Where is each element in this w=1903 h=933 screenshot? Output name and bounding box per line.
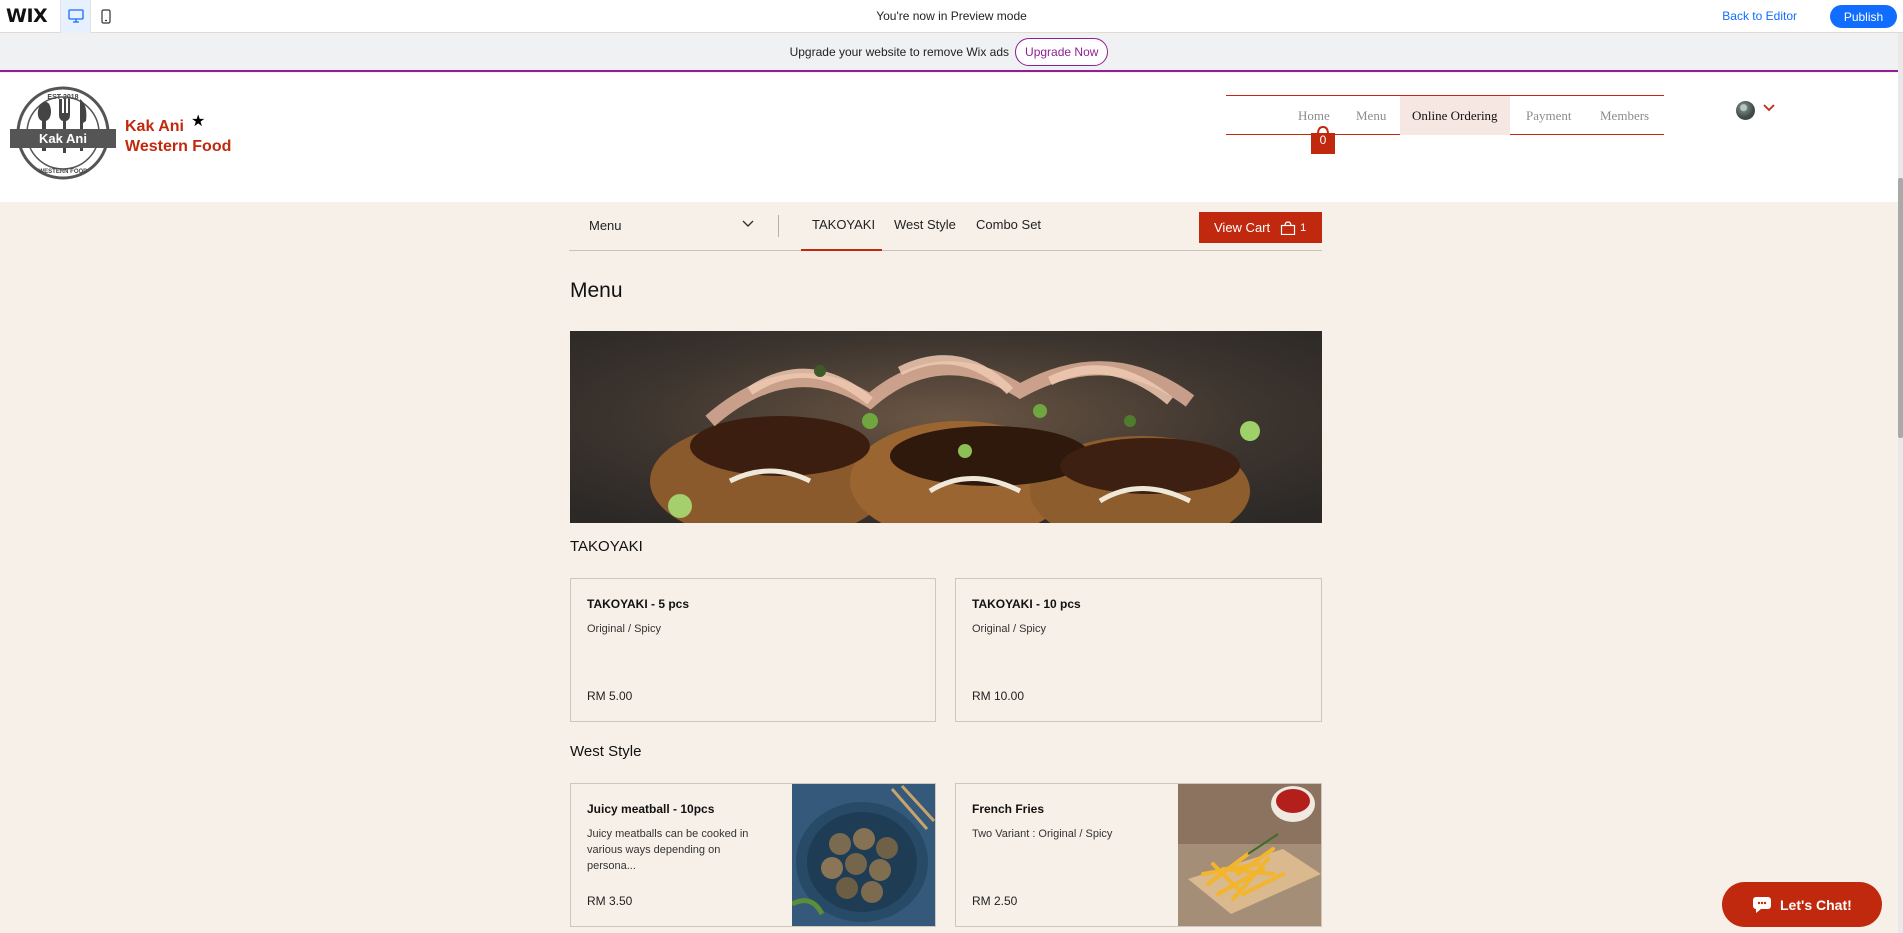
- upgrade-now-button[interactable]: Upgrade Now: [1015, 38, 1109, 66]
- tab-takoyaki[interactable]: TAKOYAKI: [812, 217, 875, 232]
- menu-select[interactable]: Menu: [589, 218, 622, 233]
- menu-item-card[interactable]: French Fries Two Variant : Original / Sp…: [955, 783, 1322, 927]
- scrollbar-thumb[interactable]: [1898, 178, 1903, 438]
- tab-combo-set[interactable]: Combo Set: [976, 217, 1041, 232]
- french-fries-image: [1178, 784, 1321, 926]
- section-title-takoyaki: TAKOYAKI: [570, 538, 643, 555]
- wix-logo[interactable]: WIX: [0, 5, 60, 27]
- chevron-down-icon[interactable]: [1763, 103, 1775, 113]
- wix-preview-bar: WIX You're now in Preview mode Back to E…: [0, 0, 1903, 33]
- item-name: Juicy meatball - 10pcs: [587, 802, 715, 816]
- menu-item-card[interactable]: Juicy meatball - 10pcs Juicy meatballs c…: [570, 783, 936, 927]
- publish-button[interactable]: Publish: [1830, 5, 1897, 28]
- logo-ring-bottom: WESTERN FOOD: [39, 169, 89, 175]
- meatball-image: [792, 784, 935, 926]
- preview-mode-message: You're now in Preview mode: [876, 9, 1027, 23]
- cart-count: 0: [1319, 133, 1327, 147]
- chat-icon: [1753, 896, 1771, 913]
- section-title-west-style: West Style: [570, 743, 642, 760]
- chevron-down-icon[interactable]: [741, 219, 755, 229]
- tab-west-style[interactable]: West Style: [894, 217, 956, 232]
- nav-online-ordering[interactable]: Online Ordering: [1400, 96, 1510, 135]
- main-nav: Home Menu Online Ordering Payment Member…: [1226, 95, 1664, 135]
- logo-text: Kak Ani: [39, 131, 87, 146]
- upgrade-ad-banner: Upgrade your website to remove Wix ads U…: [0, 34, 1898, 72]
- back-to-editor-link[interactable]: Back to Editor: [1722, 9, 1797, 23]
- ordering-toolbar: Menu TAKOYAKI West Style Combo Set View …: [569, 203, 1322, 251]
- mobile-view-button[interactable]: [90, 0, 120, 33]
- desktop-view-button[interactable]: [60, 0, 90, 33]
- item-description: Juicy meatballs can be cooked in various…: [587, 828, 749, 872]
- brand-line-1: Kak Ani: [125, 118, 184, 135]
- star-icon: ★: [191, 113, 206, 130]
- desktop-icon: [67, 9, 84, 23]
- item-description: Two Variant : Original / Spicy: [972, 828, 1113, 840]
- logo-ring-top: EST 2018: [47, 94, 78, 101]
- item-name: TAKOYAKI - 5 pcs: [587, 597, 690, 611]
- menu-hero-image: [570, 331, 1322, 523]
- item-name: TAKOYAKI - 10 pcs: [972, 597, 1081, 611]
- nav-menu[interactable]: Menu: [1356, 96, 1386, 135]
- site-header: Kak Ani EST 2018 WESTERN FOOD Kak Ani We…: [0, 73, 1898, 202]
- lets-chat-button[interactable]: Let's Chat!: [1722, 882, 1882, 927]
- view-cart-button[interactable]: View Cart 1: [1199, 212, 1322, 243]
- item-description: Original / Spicy: [587, 623, 661, 635]
- page-scrollbar[interactable]: [1898, 33, 1903, 933]
- menu-title: Menu: [570, 279, 623, 302]
- site-logo[interactable]: Kak Ani EST 2018 WESTERN FOOD: [10, 85, 116, 181]
- brand-name: Kak Ani Western Food: [125, 117, 231, 157]
- brand-line-2: Western Food: [125, 138, 232, 155]
- active-tab-indicator: [801, 249, 882, 251]
- item-name: French Fries: [972, 802, 1045, 816]
- item-description: Original / Spicy: [972, 623, 1046, 635]
- item-price: RM 10.00: [972, 689, 1025, 703]
- nav-payment[interactable]: Payment: [1526, 96, 1572, 135]
- mobile-icon: [100, 8, 111, 24]
- cart-bag-icon: [1281, 220, 1296, 235]
- nav-members[interactable]: Members: [1600, 96, 1649, 135]
- cart-qty: 1: [1300, 221, 1307, 234]
- view-cart-label: View Cart: [1214, 220, 1271, 235]
- item-price: RM 2.50: [972, 894, 1018, 908]
- menu-item-card[interactable]: TAKOYAKI - 10 pcs Original / Spicy RM 10…: [955, 578, 1322, 722]
- item-price: RM 3.50: [587, 894, 633, 908]
- chat-label: Let's Chat!: [1780, 896, 1852, 913]
- member-avatar[interactable]: [1736, 101, 1755, 120]
- item-price: RM 5.00: [587, 689, 633, 703]
- ad-message: Upgrade your website to remove Wix ads: [789, 45, 1010, 59]
- toolbar-divider: [778, 215, 779, 237]
- menu-item-card[interactable]: TAKOYAKI - 5 pcs Original / Spicy RM 5.0…: [570, 578, 936, 722]
